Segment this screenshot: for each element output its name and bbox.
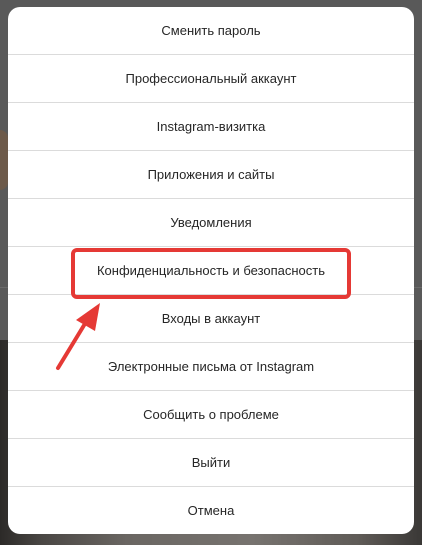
profile-avatar-edge: [0, 130, 8, 190]
notifications-button[interactable]: Уведомления: [8, 199, 414, 247]
apps-and-websites-button[interactable]: Приложения и сайты: [8, 151, 414, 199]
privacy-and-security-button[interactable]: Конфиденциальность и безопасность: [8, 247, 414, 295]
log-out-button[interactable]: Выйти: [8, 439, 414, 487]
settings-menu-list: Сменить пароль Профессиональный аккаунт …: [8, 7, 414, 534]
login-activity-button[interactable]: Входы в аккаунт: [8, 295, 414, 343]
cancel-button[interactable]: Отмена: [8, 487, 414, 534]
settings-menu-modal: Сменить пароль Профессиональный аккаунт …: [8, 7, 414, 534]
emails-from-instagram-button[interactable]: Электронные письма от Instagram: [8, 343, 414, 391]
change-password-button[interactable]: Сменить пароль: [8, 7, 414, 55]
nametag-button[interactable]: Instagram-визитка: [8, 103, 414, 151]
report-a-problem-button[interactable]: Сообщить о проблеме: [8, 391, 414, 439]
professional-account-button[interactable]: Профессиональный аккаунт: [8, 55, 414, 103]
